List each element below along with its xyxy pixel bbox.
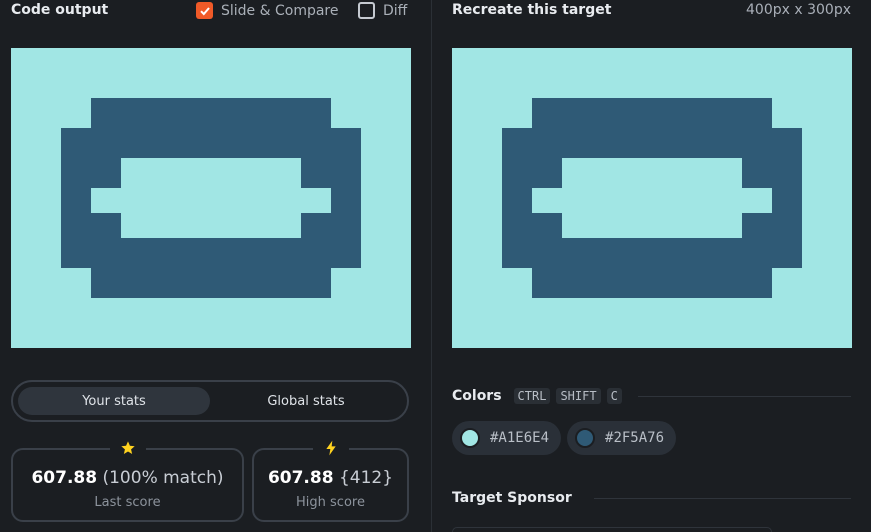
last-score-card: 607.88 (100% match) Last score xyxy=(11,438,244,522)
high-score-line: 607.88 {412} xyxy=(254,468,407,488)
shape-block xyxy=(301,158,361,188)
shortcut-key-c: C xyxy=(606,388,622,404)
shape-block xyxy=(742,213,802,238)
shape-block xyxy=(502,238,802,268)
sponsor-header: Target Sponsor xyxy=(452,488,851,508)
sponsor-box[interactable] xyxy=(452,527,772,532)
shape-block xyxy=(61,238,361,268)
tab-global-stats[interactable]: Global stats xyxy=(210,387,402,415)
high-score-label: High score xyxy=(296,495,365,510)
last-score-line: 607.88 (100% match) xyxy=(13,468,242,488)
color-swatches: #A1E6E4 #2F5A76 xyxy=(452,421,677,455)
code-output-header: Code output Slide & Compare Diff xyxy=(0,0,431,24)
divider xyxy=(593,497,851,499)
last-score-detail: (100% match) xyxy=(102,468,224,488)
code-output-canvas[interactable] xyxy=(11,48,411,348)
color-hex: #A1E6E4 xyxy=(490,430,550,446)
color-hex: #2F5A76 xyxy=(605,430,665,446)
shape-block xyxy=(91,98,331,128)
target-size: 400px x 300px xyxy=(746,2,851,18)
diff-toggle[interactable]: Diff xyxy=(358,2,407,19)
shape-block xyxy=(61,158,121,188)
shape-block xyxy=(532,98,772,128)
shape-block xyxy=(772,188,802,213)
star-icon xyxy=(109,438,146,458)
shape-block xyxy=(61,128,361,158)
shape-block xyxy=(301,213,361,238)
tab-your-stats[interactable]: Your stats xyxy=(18,387,210,415)
shape-block xyxy=(91,268,331,298)
colors-title: Colors xyxy=(452,388,502,404)
colors-header: Colors CTRL SHIFT C xyxy=(452,386,851,406)
shape-block xyxy=(61,213,121,238)
shortcut-key-ctrl: CTRL xyxy=(513,388,551,404)
code-output-panel: Code output Slide & Compare Diff Your st… xyxy=(0,0,431,532)
high-score-value: 607.88 xyxy=(267,468,334,488)
stats-tab-group: Your stats Global stats xyxy=(11,380,409,422)
shape-block xyxy=(502,213,562,238)
target-header: Recreate this target 400px x 300px xyxy=(432,0,871,24)
target-panel: Recreate this target 400px x 300px Color… xyxy=(431,0,871,532)
slide-compare-toggle[interactable]: Slide & Compare xyxy=(196,2,339,19)
last-score-value: 607.88 xyxy=(31,468,98,488)
code-output-title: Code output xyxy=(11,2,109,18)
color-dot-icon xyxy=(575,428,596,448)
target-title: Recreate this target xyxy=(452,2,612,18)
shape-block xyxy=(502,158,562,188)
target-canvas xyxy=(452,48,852,348)
unchecked-checkbox-icon[interactable] xyxy=(358,2,375,19)
shape-block xyxy=(742,158,802,188)
diff-label: Diff xyxy=(383,2,408,19)
checked-checkbox-icon[interactable] xyxy=(196,2,213,19)
shortcut-key-shift: SHIFT xyxy=(556,388,601,404)
color-swatch-light[interactable]: #A1E6E4 xyxy=(452,421,562,455)
divider xyxy=(637,395,851,397)
shape-block xyxy=(331,188,361,213)
high-score-card: 607.88 {412} High score xyxy=(252,438,409,522)
shape-block xyxy=(502,128,802,158)
slide-compare-label: Slide & Compare xyxy=(221,2,339,19)
color-swatch-dark[interactable]: #2F5A76 xyxy=(567,421,677,455)
high-score-detail: {412} xyxy=(338,468,394,488)
shape-block xyxy=(532,268,772,298)
lightning-icon xyxy=(312,438,349,458)
last-score-label: Last score xyxy=(94,495,161,510)
shape-block xyxy=(502,188,532,213)
shape-block xyxy=(61,188,91,213)
sponsor-title: Target Sponsor xyxy=(452,490,572,506)
color-dot-icon xyxy=(460,428,480,448)
app-root: Code output Slide & Compare Diff Your st… xyxy=(0,0,871,532)
